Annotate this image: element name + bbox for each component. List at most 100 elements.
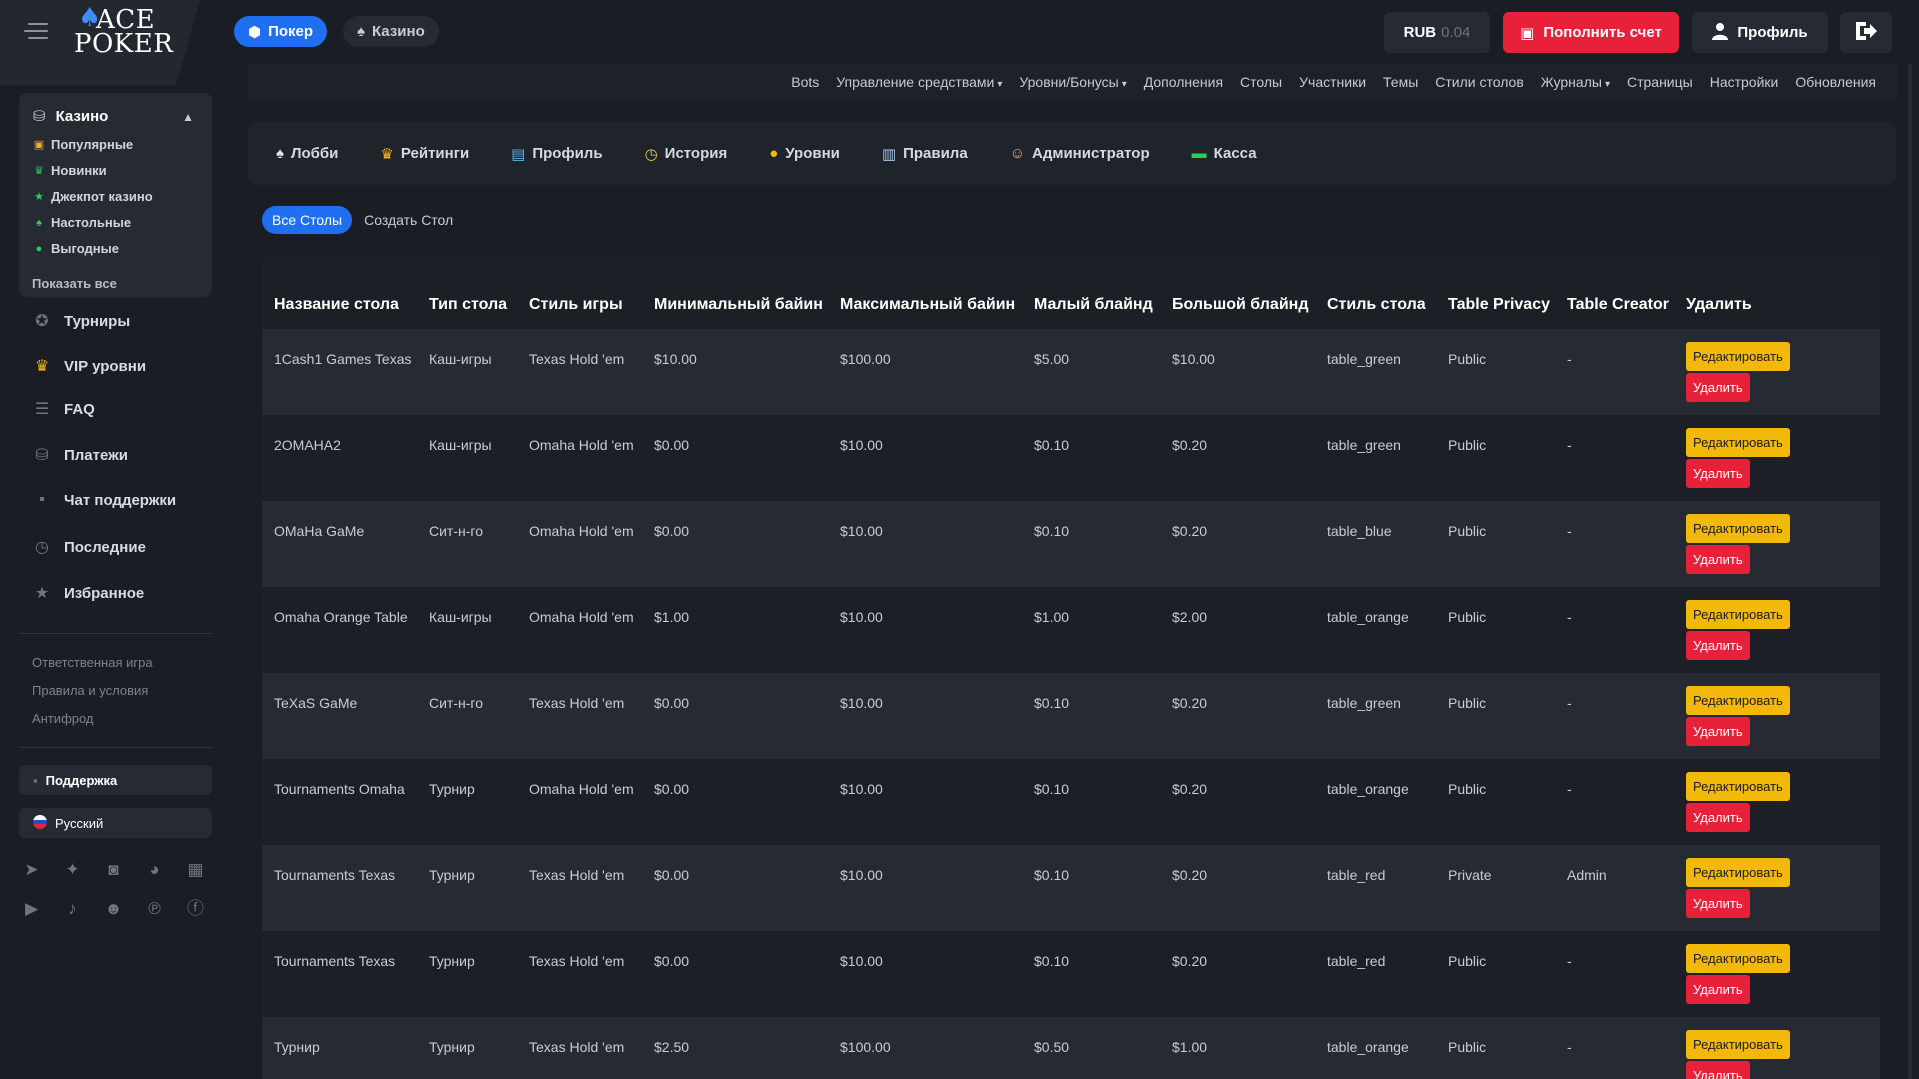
admin-nav-levels[interactable]: Уровни/Бонусы xyxy=(1019,74,1126,90)
edit-table-button[interactable]: Редактировать xyxy=(1686,428,1790,457)
discord-icon[interactable]: ☻ xyxy=(103,898,124,919)
menu-levels[interactable]: ● Уровни xyxy=(769,145,840,162)
delete-table-button[interactable]: Удалить xyxy=(1686,889,1750,918)
col-header-type[interactable]: Тип стола xyxy=(417,257,517,329)
cell-creator: - xyxy=(1555,759,1674,845)
instagram-icon[interactable]: ◙ xyxy=(103,859,124,880)
sidebar-item-recent[interactable]: ◷ Последние xyxy=(32,537,146,557)
admin-nav-pages[interactable]: Страницы xyxy=(1627,74,1693,90)
responsible-gaming-link[interactable]: Ответственная игра xyxy=(32,655,153,670)
sidebar-casino-table-games[interactable]: ♠ Настольные xyxy=(33,215,131,230)
col-header-game-style[interactable]: Стиль игры xyxy=(517,257,642,329)
delete-table-button[interactable]: Удалить xyxy=(1686,803,1750,832)
edit-table-button[interactable]: Редактировать xyxy=(1686,1030,1790,1059)
profile-label: Профиль xyxy=(1737,24,1808,41)
admin-nav-members[interactable]: Участники xyxy=(1299,74,1366,90)
telegram-icon[interactable]: ➤ xyxy=(21,859,42,880)
delete-table-button[interactable]: Удалить xyxy=(1686,631,1750,660)
col-header-table-style[interactable]: Стиль стола xyxy=(1315,257,1436,329)
admin-nav-funds[interactable]: Управление средствами xyxy=(836,74,1002,90)
nav-poker-button[interactable]: ⬢ Покер xyxy=(234,16,328,47)
admin-nav-themes[interactable]: Темы xyxy=(1383,74,1418,90)
menu-lobby[interactable]: ♠ Лобби xyxy=(276,145,338,162)
cell-type: Каш-игры xyxy=(417,415,517,501)
tab-all-tables[interactable]: Все Столы xyxy=(262,206,353,234)
admin-nav-bots[interactable]: Bots xyxy=(791,74,819,90)
delete-table-button[interactable]: Удалить xyxy=(1686,459,1750,488)
admin-nav-logs[interactable]: Журналы xyxy=(1541,74,1610,90)
sidebar-casino-jackpot[interactable]: ★ Джекпот казино xyxy=(33,189,153,204)
delete-table-button[interactable]: Удалить xyxy=(1686,975,1750,1004)
cell-max-buyin: $10.00 xyxy=(828,673,1022,759)
menu-rules[interactable]: ▥ Правила xyxy=(882,145,968,163)
pinterest-icon[interactable]: ℗ xyxy=(144,898,165,919)
col-header-name[interactable]: Название стола xyxy=(262,257,417,329)
cell-table-style: table_red xyxy=(1315,845,1436,931)
nav-casino-button[interactable]: ♠ Казино xyxy=(343,16,439,47)
twitter-icon[interactable]: ✦ xyxy=(62,859,83,880)
delete-table-button[interactable]: Удалить xyxy=(1686,717,1750,746)
sidebar-item-payments[interactable]: ⛁ Платежи xyxy=(32,445,128,465)
sidebar-item-favorites[interactable]: ★ Избранное xyxy=(32,583,144,603)
admin-nav-updates[interactable]: Обновления xyxy=(1795,74,1876,90)
admin-nav-tables[interactable]: Столы xyxy=(1240,74,1282,90)
menu-cashier[interactable]: ▬ Касса xyxy=(1192,145,1257,162)
admin-nav-addons[interactable]: Дополнения xyxy=(1144,74,1223,90)
sidebar-item-support-chat[interactable]: ▪ Чат поддержки xyxy=(32,491,176,509)
delete-table-button[interactable]: Удалить xyxy=(1686,545,1750,574)
menu-admin[interactable]: ☺ Администратор xyxy=(1010,145,1150,162)
deposit-button[interactable]: ▣ Пополнить счет xyxy=(1503,12,1679,53)
tab-create-table[interactable]: Создать Стол xyxy=(362,206,455,234)
profile-button[interactable]: Профиль xyxy=(1692,12,1828,53)
chat-icon: ▪ xyxy=(33,772,38,788)
sidebar-casino-new[interactable]: ♛ Новинки xyxy=(33,163,107,178)
youtube-icon[interactable]: ▶ xyxy=(21,898,42,919)
cell-max-buyin: $10.00 xyxy=(828,845,1022,931)
col-header-small-blind[interactable]: Малый блайнд xyxy=(1022,257,1160,329)
admin-nav-settings[interactable]: Настройки xyxy=(1710,74,1779,90)
col-header-max-buyin[interactable]: Максимальный байин xyxy=(828,257,1022,329)
github-icon[interactable]: ◕ xyxy=(144,859,165,880)
col-header-creator[interactable]: Table Creator xyxy=(1555,257,1674,329)
delete-table-button[interactable]: Удалить xyxy=(1686,1061,1750,1079)
col-header-privacy[interactable]: Table Privacy xyxy=(1436,257,1555,329)
chevron-up-icon[interactable]: ▲ xyxy=(182,110,194,124)
cell-big-blind: $0.20 xyxy=(1160,673,1315,759)
support-button[interactable]: ▪ Поддержка xyxy=(19,765,212,795)
antifraud-link[interactable]: Антифрод xyxy=(32,711,94,726)
sidebar-item-tournaments[interactable]: ✪ Турниры xyxy=(32,311,130,331)
tiktok-icon[interactable]: ♪ xyxy=(62,898,83,919)
page-scrollbar[interactable] xyxy=(1908,64,1912,1079)
logout-button[interactable] xyxy=(1840,12,1892,53)
cell-privacy: Public xyxy=(1436,329,1555,415)
balance-display[interactable]: RUB 0.04 xyxy=(1384,12,1490,53)
table-row: Tournaments Texas Турнир Texas Hold 'em $0.… xyxy=(262,931,1880,1017)
edit-table-button[interactable]: Редактировать xyxy=(1686,514,1790,543)
terms-link[interactable]: Правила и условия xyxy=(32,683,148,698)
sidebar-item-faq[interactable]: ☰ FAQ xyxy=(32,399,95,419)
sidebar-item-vip[interactable]: ♛ VIP уровни xyxy=(32,356,146,376)
language-selector[interactable]: Русский xyxy=(19,808,212,838)
chat-bubble-icon[interactable]: ▦ xyxy=(185,859,206,880)
sidebar-show-all-link[interactable]: Показать все xyxy=(32,276,117,291)
admin-nav-table-styles[interactable]: Стили столов xyxy=(1435,74,1524,90)
edit-table-button[interactable]: Редактировать xyxy=(1686,600,1790,629)
edit-table-button[interactable]: Редактировать xyxy=(1686,772,1790,801)
facebook-icon[interactable]: ⓕ xyxy=(185,898,206,919)
delete-table-button[interactable]: Удалить xyxy=(1686,373,1750,402)
edit-table-button[interactable]: Редактировать xyxy=(1686,686,1790,715)
col-header-big-blind[interactable]: Большой блайнд xyxy=(1160,257,1315,329)
edit-table-button[interactable]: Редактировать xyxy=(1686,944,1790,973)
ace-poker-logo[interactable]: ♠ ACE POKER xyxy=(74,5,173,57)
edit-table-button[interactable]: Редактировать xyxy=(1686,342,1790,371)
menu-ratings[interactable]: ♛ Рейтинги xyxy=(380,145,469,163)
sidebar-casino-header[interactable]: ⛁ Казино xyxy=(33,107,108,126)
sidebar-casino-profitable[interactable]: ● Выгодные xyxy=(33,241,119,256)
sidebar-toggle-icon[interactable] xyxy=(24,23,48,41)
sidebar-casino-popular[interactable]: ▣ Популярные xyxy=(33,137,133,152)
edit-table-button[interactable]: Редактировать xyxy=(1686,858,1790,887)
cell-name: OMaHa GaMe xyxy=(262,501,417,587)
col-header-min-buyin[interactable]: Минимальный байин xyxy=(642,257,828,329)
menu-history[interactable]: ◷ История xyxy=(645,145,728,163)
menu-profile[interactable]: ▤ Профиль xyxy=(511,145,602,163)
